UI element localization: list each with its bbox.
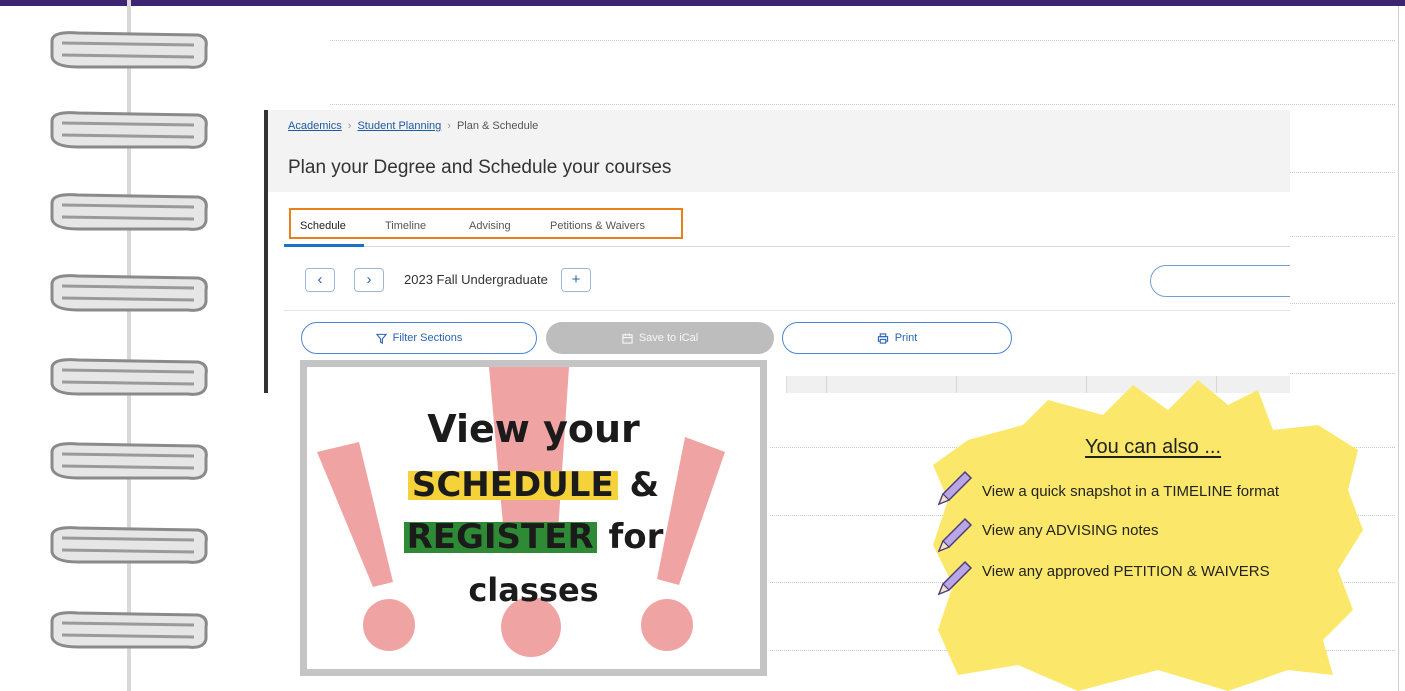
register-highlight: REGISTER (403, 517, 597, 557)
also-item-advising: View any ADVISING notes (982, 522, 1159, 539)
tabs-divider (284, 246, 1290, 247)
for-word: for (608, 517, 664, 557)
previous-term-button[interactable]: ‹ (305, 268, 335, 292)
schedule-highlight: SCHEDULE (407, 465, 618, 505)
printer-icon (877, 332, 888, 344)
ampersand: & (629, 465, 660, 505)
callout-line-view-your: View your (427, 407, 640, 451)
filter-sections-label: Filter Sections (392, 332, 463, 344)
breadcrumb-separator: › (447, 120, 451, 132)
ruled-line (330, 104, 1395, 105)
calendar-icon (622, 332, 633, 344)
print-label: Print (894, 332, 918, 344)
tab-petitions-waivers[interactable]: Petitions & Waivers (550, 220, 645, 232)
page-title: Plan your Degree and Schedule your cours… (288, 157, 672, 178)
save-to-ical-button: Save to iCal (546, 322, 774, 354)
calendar-column-divider (826, 376, 827, 393)
also-item-timeline: View a quick snapshot in a TIMELINE form… (982, 483, 1280, 500)
spiral-ring-icon (50, 611, 208, 649)
spiral-ring-icon (50, 31, 208, 69)
callout-line-register: REGISTER for (307, 517, 760, 557)
term-label: 2023 Fall Undergraduate (404, 272, 548, 287)
spiral-ring-icon (50, 193, 208, 231)
breadcrumb-student-planning-link[interactable]: Student Planning (357, 120, 441, 132)
active-tab-indicator (284, 244, 364, 247)
next-term-button[interactable]: › (354, 268, 384, 292)
search-input[interactable] (1150, 265, 1290, 297)
student-planning-screenshot: Academics › Student Planning › Plan & Schedu… (264, 110, 1290, 393)
also-item-petitions: View any approved PETITION & WAIVERS (982, 563, 1270, 580)
pencil-icon (937, 560, 973, 596)
page-edge (1398, 6, 1399, 691)
breadcrumb-academics-link[interactable]: Academics (288, 120, 342, 132)
save-to-ical-label: Save to iCal (638, 332, 699, 344)
spiral-ring-icon (50, 358, 208, 396)
filter-icon (375, 333, 387, 344)
notebook-margin-line (127, 0, 131, 691)
pencil-icon (937, 470, 973, 506)
spiral-ring-icon (50, 526, 208, 564)
schedule-register-callout: View your SCHEDULE & REGISTER for classe… (300, 360, 767, 676)
tab-advising[interactable]: Advising (469, 220, 511, 232)
ruled-line (1290, 303, 1395, 304)
filter-sections-button[interactable]: Filter Sections (301, 322, 537, 354)
breadcrumb-current: Plan & Schedule (456, 120, 539, 132)
spiral-ring-icon (50, 111, 208, 149)
ruled-line (330, 40, 1395, 41)
ruled-line (1290, 236, 1395, 237)
ruled-line (1290, 172, 1395, 173)
callout-line-classes: classes (468, 571, 599, 609)
spiral-ring-icon (50, 442, 208, 480)
tab-schedule[interactable]: Schedule (300, 220, 346, 232)
tab-timeline[interactable]: Timeline (385, 220, 426, 232)
toolbar-divider (284, 310, 1290, 311)
callout-line-schedule: SCHEDULE & (307, 465, 760, 505)
breadcrumb-separator: › (347, 120, 352, 132)
print-button[interactable]: Print (782, 322, 1012, 354)
spiral-ring-icon (50, 274, 208, 312)
pencil-icon (937, 517, 973, 553)
add-term-button[interactable]: + (561, 268, 591, 292)
you-can-also-heading: You can also ... (1085, 436, 1222, 458)
breadcrumb: Academics › Student Planning › Plan & Schedu… (288, 120, 538, 132)
page-header: Academics › Student Planning › Plan & Schedu… (268, 110, 1290, 192)
